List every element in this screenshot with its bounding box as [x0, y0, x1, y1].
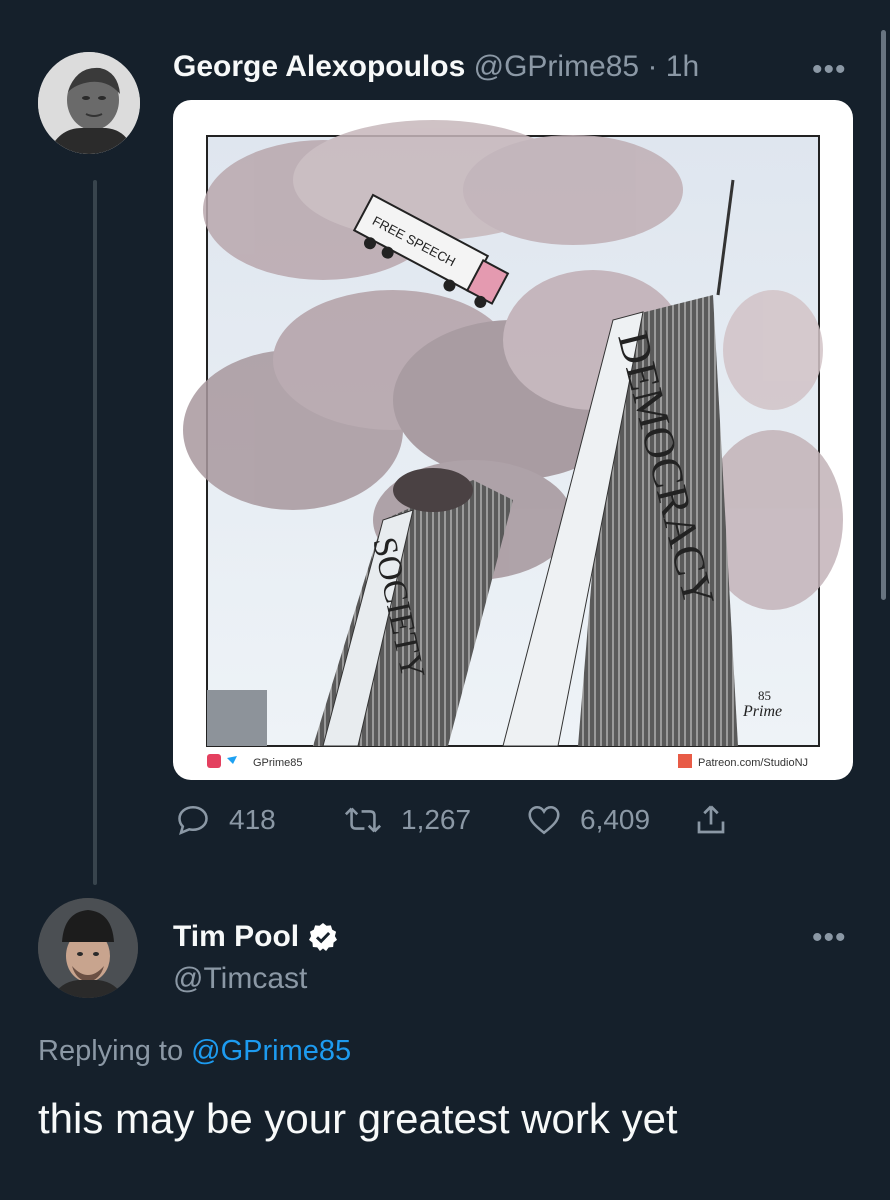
reply-button[interactable]: 418: [175, 800, 276, 840]
instagram-icon: [207, 754, 221, 768]
twitter-icon: [227, 756, 237, 764]
cartoon-illustration: FREE SPEECH SOCIETY DEMOCRACY 85 Prime G…: [183, 120, 843, 769]
author-handle[interactable]: @GPrime85: [474, 50, 640, 83]
tweet-header: George Alexopoulos @GPrime85 · 1h: [173, 50, 699, 84]
like-count: 6,409: [580, 804, 651, 835]
reply-more-options-button[interactable]: •••: [812, 923, 847, 953]
reply-author-name-row: Tim Pool: [173, 920, 339, 954]
image-footer-right: Patreon.com/StudioNJ: [698, 757, 808, 769]
thread-connector-line: [93, 180, 97, 885]
reply-count: 418: [229, 804, 276, 835]
retweet-icon: [344, 807, 382, 833]
more-options-button[interactable]: •••: [812, 55, 847, 85]
reply-author-avatar-portrait: [38, 898, 138, 998]
share-button[interactable]: [693, 800, 747, 840]
share-icon: [697, 805, 725, 834]
reply-text: this may be your greatest work yet: [38, 1095, 678, 1142]
reply-icon: [178, 805, 208, 835]
signature-number: 85: [758, 688, 771, 703]
heart-icon: [528, 805, 560, 835]
tweet-timestamp[interactable]: · 1h: [647, 50, 699, 83]
patreon-icon: [678, 754, 692, 768]
replying-to-prefix: Replying to: [38, 1035, 184, 1067]
reply-author-handle[interactable]: @Timcast: [173, 962, 307, 996]
replying-to-line: Replying to @GPrime85: [38, 1035, 351, 1068]
signature-name: Prime: [742, 703, 782, 720]
like-button[interactable]: 6,409: [526, 800, 650, 840]
tweet-image[interactable]: FREE SPEECH SOCIETY DEMOCRACY 85 Prime G…: [173, 100, 853, 780]
scrollbar[interactable]: [881, 30, 886, 600]
author-avatar[interactable]: [38, 52, 140, 154]
reply-author-name[interactable]: Tim Pool: [173, 920, 299, 954]
retweet-count: 1,267: [401, 804, 472, 835]
replying-to-mention[interactable]: @GPrime85: [191, 1035, 351, 1067]
author-avatar-portrait: [38, 52, 140, 154]
reply-author-avatar[interactable]: [38, 898, 138, 998]
tweet-actions: 418 1,267 6,409: [173, 800, 773, 840]
author-name[interactable]: George Alexopoulos: [173, 50, 465, 83]
image-footer-left: GPrime85: [253, 757, 303, 769]
verified-badge-icon: [309, 923, 338, 951]
retweet-button[interactable]: 1,267: [343, 800, 471, 840]
